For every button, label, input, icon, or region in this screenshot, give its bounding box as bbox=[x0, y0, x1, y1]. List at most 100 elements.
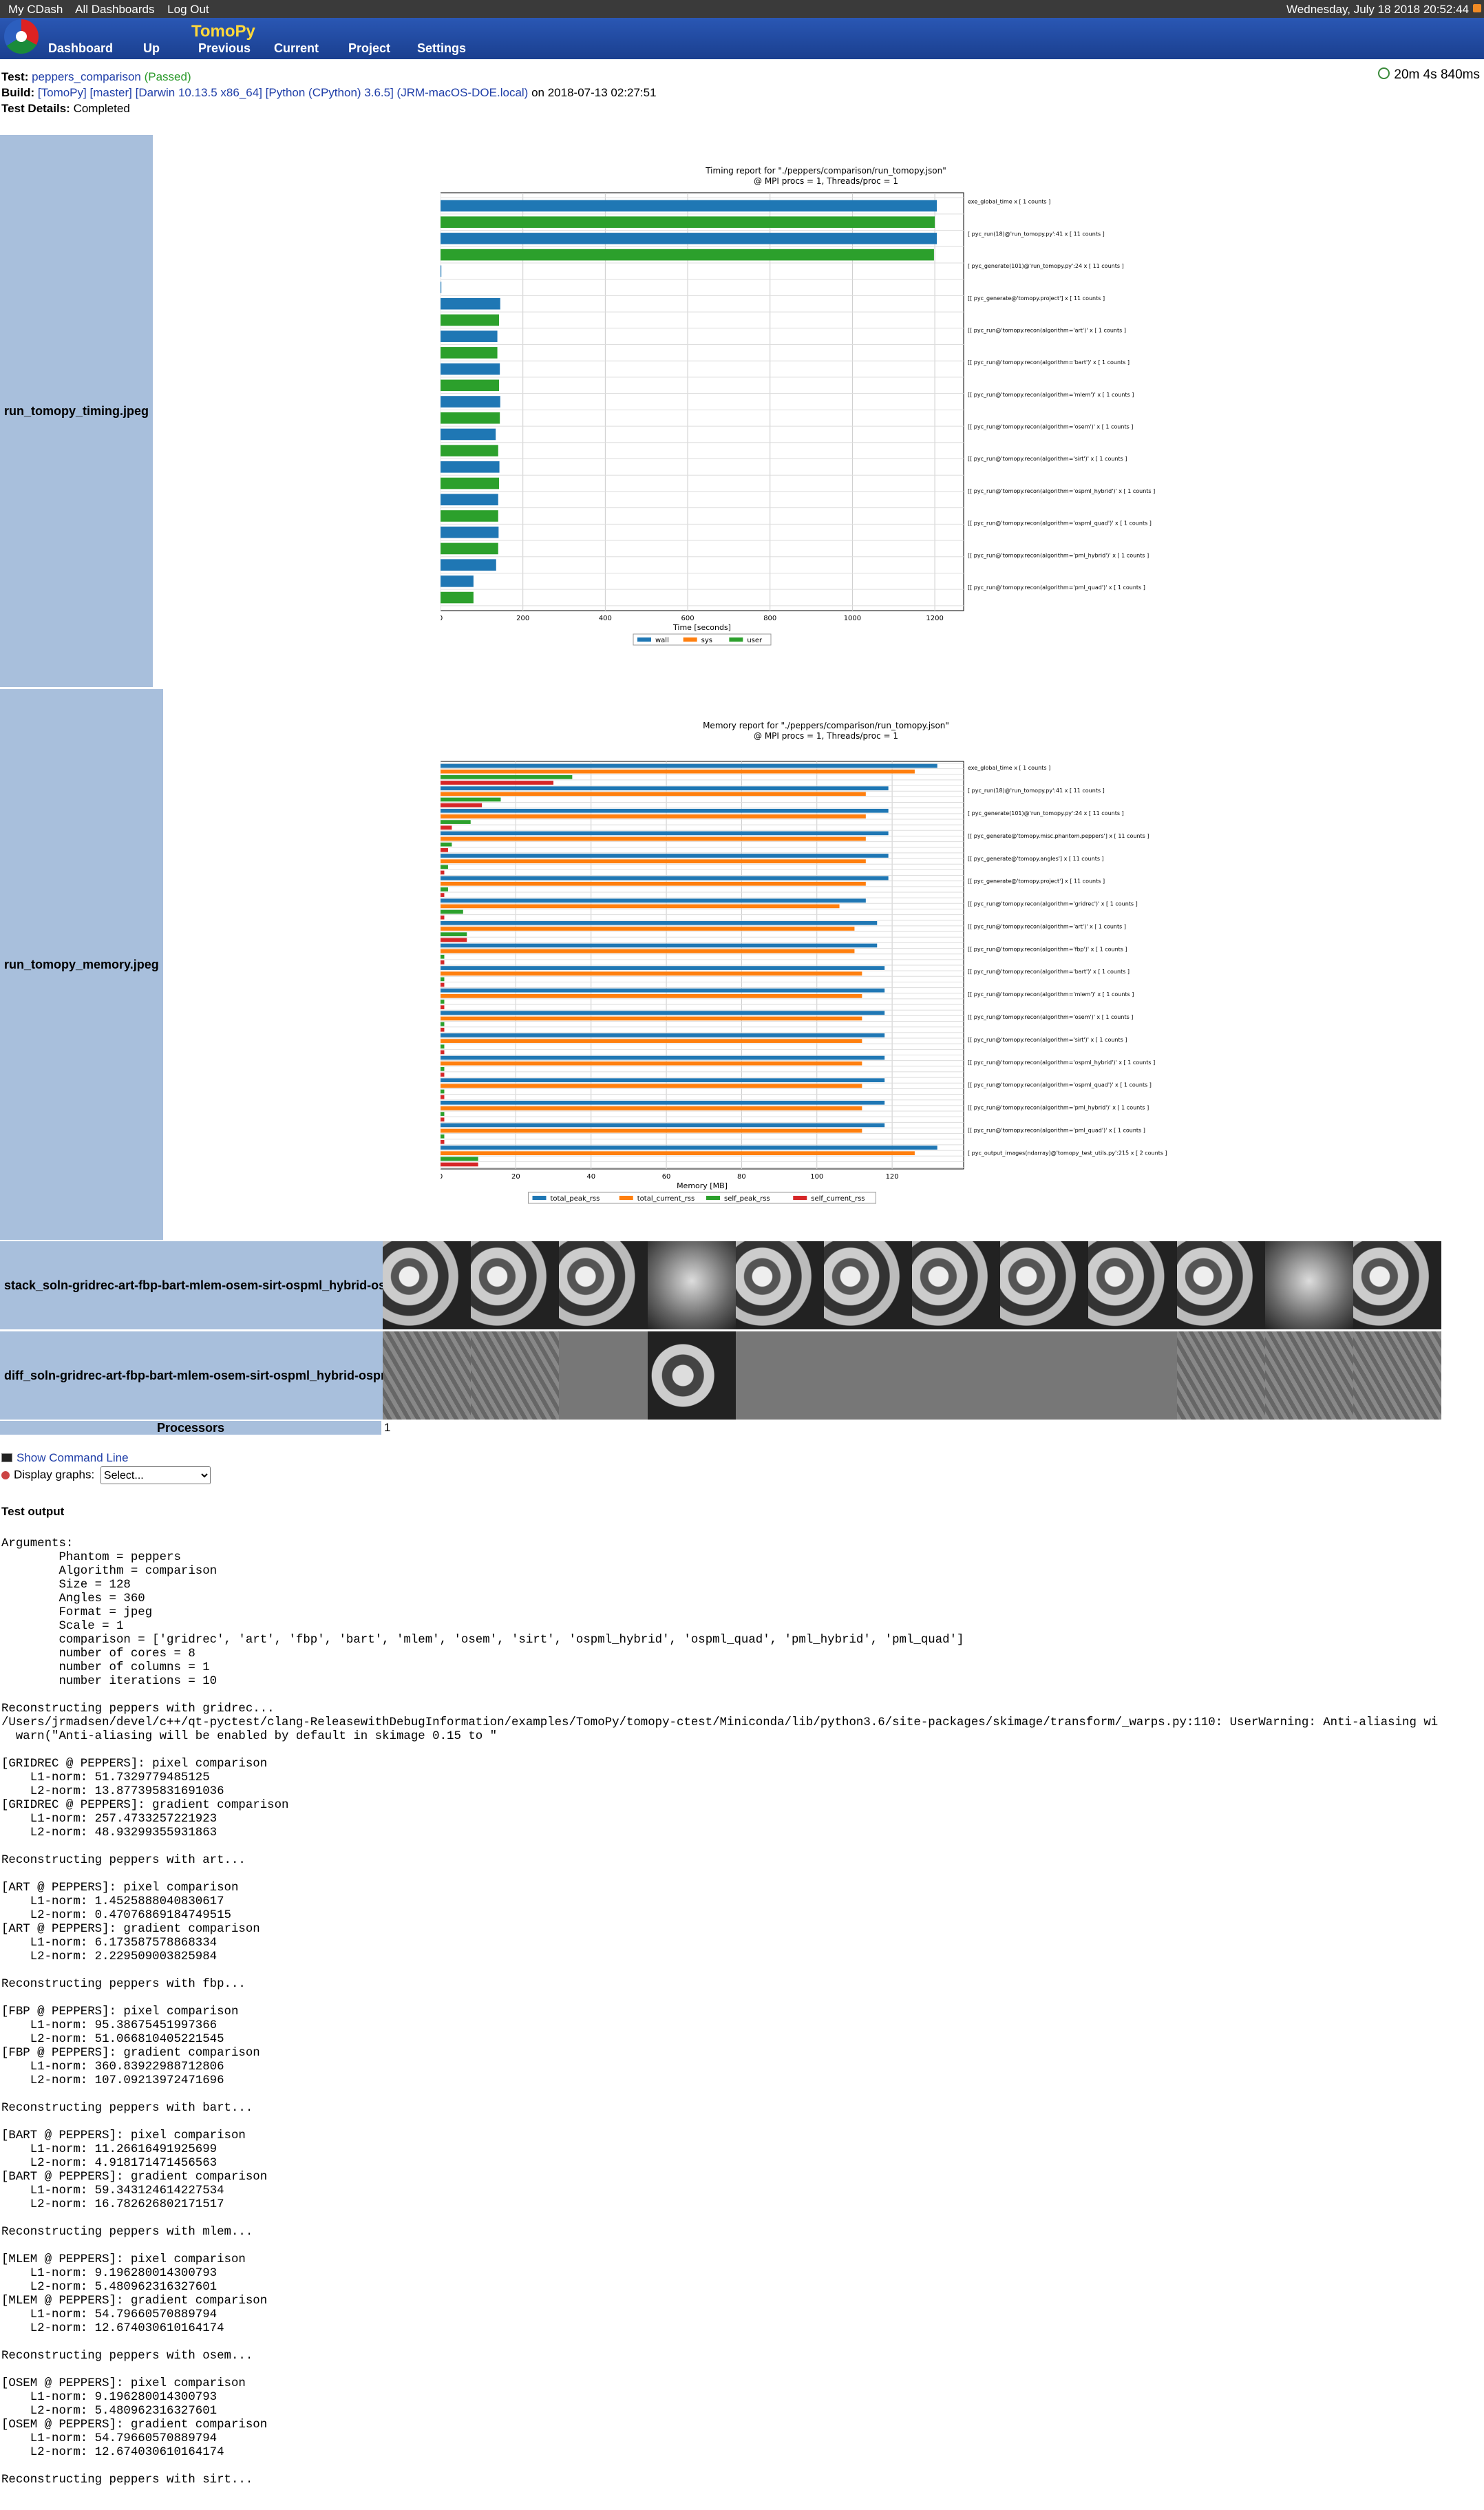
bar-self_peak_rss bbox=[441, 1112, 445, 1116]
diff-image-tile bbox=[1353, 1331, 1442, 1420]
nav-dashboard[interactable]: Dashboard bbox=[48, 41, 113, 56]
category-label: [ pyc_output_images(ndarray)@'tomopy_tes… bbox=[968, 1150, 1167, 1156]
bar-wall bbox=[441, 396, 500, 408]
category-label: [[ pyc_run@'tomopy.recon(algorithm='pml_… bbox=[968, 1127, 1145, 1133]
bar-wall bbox=[441, 363, 500, 375]
bar-self_peak_rss bbox=[441, 932, 467, 937]
diff-image-tile bbox=[647, 1331, 736, 1420]
bar-user bbox=[441, 216, 935, 228]
cdash-logo-icon[interactable] bbox=[4, 19, 39, 54]
bar-total_current_rss bbox=[441, 1039, 862, 1043]
test-name-link[interactable]: peppers_comparison bbox=[32, 70, 141, 83]
category-label: [ pyc_generate(101)@'run_tomopy.py':24 x… bbox=[968, 263, 1124, 269]
chart-title: Memory report for "./peppers/comparison/… bbox=[703, 721, 949, 730]
logout-link[interactable]: Log Out bbox=[167, 3, 209, 16]
bar-total_peak_rss bbox=[441, 1011, 885, 1015]
build-site-link[interactable]: (JRM-macOS-DOE.local) bbox=[397, 86, 529, 99]
bar-wall bbox=[441, 494, 498, 506]
nav-project[interactable]: Project bbox=[348, 41, 390, 56]
bar-user bbox=[441, 510, 498, 522]
category-label: [[ pyc_run@'tomopy.recon(algorithm='ospm… bbox=[968, 1059, 1155, 1066]
bar-self_current_rss bbox=[441, 1095, 445, 1099]
bar-self_peak_rss bbox=[441, 1022, 445, 1026]
x-axis-label: Memory [MB] bbox=[677, 1181, 728, 1190]
bar-self_current_rss bbox=[441, 1117, 445, 1122]
bar-wall bbox=[441, 297, 500, 310]
legend-swatch bbox=[532, 1196, 547, 1200]
show-command-line-link[interactable]: Show Command Line bbox=[17, 1451, 129, 1464]
project-name[interactable]: TomoPy bbox=[191, 22, 255, 41]
test-time-value: 20m 4s 840ms bbox=[1394, 67, 1480, 82]
bar-wall bbox=[441, 576, 474, 587]
bar-total_current_rss bbox=[441, 1016, 862, 1021]
bar-self_peak_rss bbox=[441, 1157, 478, 1161]
nav-up[interactable]: Up bbox=[143, 41, 160, 56]
build-os-link[interactable]: [Darwin 10.13.5 x86_64] bbox=[136, 86, 262, 99]
category-label: [[ pyc_run@'tomopy.recon(algorithm='mlem… bbox=[968, 991, 1134, 998]
nav-previous[interactable]: Previous bbox=[198, 41, 251, 56]
x-tick-label: 800 bbox=[763, 615, 776, 622]
bar-total_current_rss bbox=[441, 993, 862, 998]
nav-settings[interactable]: Settings bbox=[417, 41, 466, 56]
bar-total_peak_rss bbox=[441, 1100, 885, 1105]
bar-self_peak_rss bbox=[441, 1044, 445, 1049]
all-dashboards-link[interactable]: All Dashboards bbox=[75, 3, 154, 16]
bar-self_current_rss bbox=[441, 1005, 445, 1010]
category-label: [[ pyc_run@'tomopy.recon(algorithm='fbp'… bbox=[968, 946, 1127, 952]
bar-total_peak_rss bbox=[441, 854, 889, 858]
bar-wall bbox=[441, 526, 499, 538]
details-label: Test Details: bbox=[1, 102, 70, 115]
legend-label: total_peak_rss bbox=[551, 1195, 600, 1203]
bar-user bbox=[441, 347, 498, 359]
build-branch-link[interactable]: [master] bbox=[89, 86, 131, 99]
bar-self_peak_rss bbox=[441, 887, 448, 892]
category-label: exe_global_time x [ 1 counts ] bbox=[968, 199, 1050, 205]
bar-self_peak_rss bbox=[441, 909, 463, 914]
category-label: [[ pyc_run@'tomopy.recon(algorithm='ospm… bbox=[968, 520, 1152, 527]
category-label: [[ pyc_run@'tomopy.recon(algorithm='art'… bbox=[968, 923, 1126, 929]
bar-self_current_rss bbox=[441, 1140, 445, 1144]
category-label: [[ pyc_run@'tomopy.recon(algorithm='pml_… bbox=[968, 1105, 1149, 1111]
diff-image-tile bbox=[823, 1331, 913, 1420]
bar-wall bbox=[441, 330, 498, 342]
timing-chart-svg: Timing report for "./peppers/comparison/… bbox=[441, 166, 1155, 646]
bar-self_peak_rss bbox=[441, 842, 452, 847]
bar-total_peak_rss bbox=[441, 763, 937, 768]
x-tick-label: 0 bbox=[441, 615, 443, 622]
build-project-link[interactable]: [TomoPy] bbox=[38, 86, 87, 99]
bar-total_current_rss bbox=[441, 881, 866, 886]
memory-chart-svg: Memory report for "./peppers/comparison/… bbox=[441, 721, 1167, 1204]
bar-self_peak_rss bbox=[441, 977, 445, 982]
bar-self_current_rss bbox=[441, 982, 445, 987]
bar-total_peak_rss bbox=[441, 920, 878, 925]
bar-self_current_rss bbox=[441, 1050, 445, 1055]
nav-current[interactable]: Current bbox=[274, 41, 319, 56]
terminal-icon bbox=[1, 1453, 12, 1462]
processors-label: Processors bbox=[0, 1421, 381, 1435]
bar-total_current_rss bbox=[441, 859, 866, 863]
rss-icon[interactable] bbox=[1473, 4, 1481, 12]
memory-image-label: run_tomopy_memory.jpeg bbox=[0, 689, 163, 1240]
bar-self_peak_rss bbox=[441, 865, 448, 869]
test-header: Test: peppers_comparison (Passed) Build:… bbox=[1, 69, 657, 116]
chart-subtitle: @ MPI procs = 1, Threads/proc = 1 bbox=[754, 731, 898, 741]
stack-image-tile bbox=[1088, 1241, 1177, 1329]
category-label: [[ pyc_run@'tomopy.recon(algorithm='mlem… bbox=[968, 392, 1134, 398]
memory-chart: Memory report for "./peppers/comparison/… bbox=[441, 720, 1211, 1209]
category-label: [ pyc_generate(101)@'run_tomopy.py':24 x… bbox=[968, 810, 1124, 816]
status-badge: (Passed) bbox=[144, 70, 191, 83]
category-label: [[ pyc_run@'tomopy.recon(algorithm='bart… bbox=[968, 359, 1130, 366]
stack-image-tile bbox=[471, 1241, 560, 1329]
my-cdash-link[interactable]: My CDash bbox=[8, 3, 63, 16]
bar-total_current_rss bbox=[441, 1061, 862, 1066]
category-label: [[ pyc_run@'tomopy.recon(algorithm='ospm… bbox=[968, 1082, 1152, 1088]
bar-wall bbox=[441, 559, 496, 571]
chart-subtitle: @ MPI procs = 1, Threads/proc = 1 bbox=[754, 176, 898, 186]
category-label: [[ pyc_run@'tomopy.recon(algorithm='pml_… bbox=[968, 584, 1145, 591]
bar-self_current_rss bbox=[441, 847, 448, 852]
build-python-link[interactable]: [Python (CPython) 3.6.5] bbox=[266, 86, 394, 99]
bar-self_peak_rss bbox=[441, 1000, 445, 1004]
display-graphs-select[interactable]: Select... bbox=[100, 1466, 211, 1484]
stack-image-tile bbox=[1353, 1241, 1442, 1329]
bar-user bbox=[441, 314, 499, 326]
